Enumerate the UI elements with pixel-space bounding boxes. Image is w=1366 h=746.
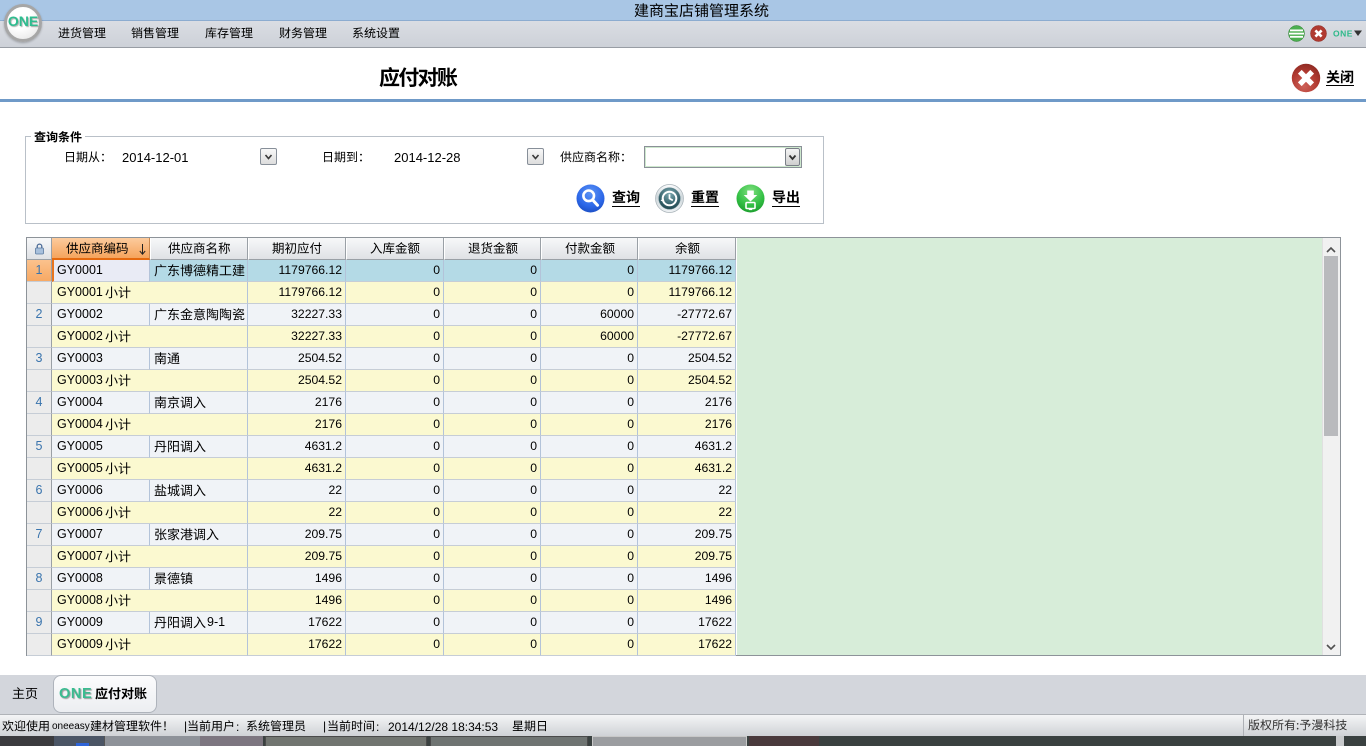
svg-text:ONE: ONE xyxy=(1333,29,1353,39)
